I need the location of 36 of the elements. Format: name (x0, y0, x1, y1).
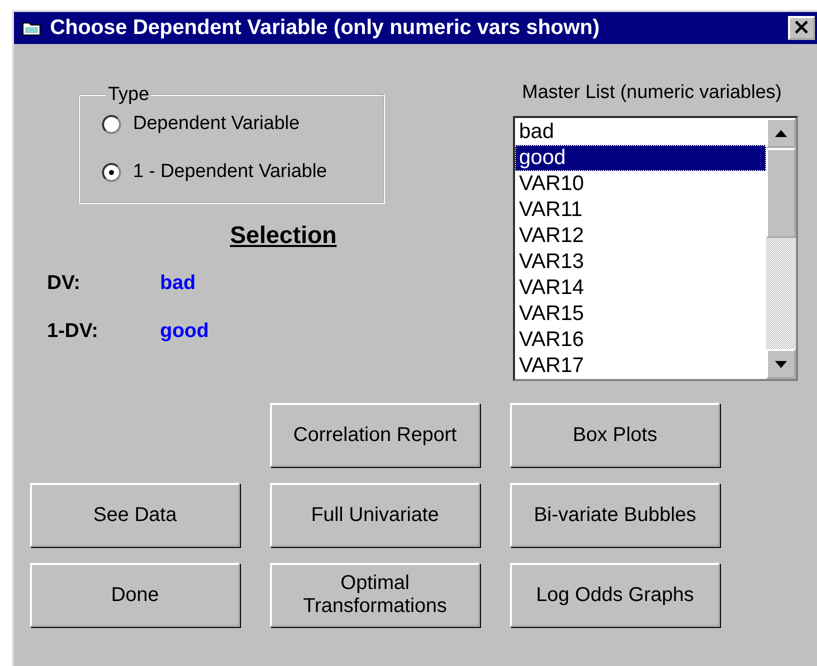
radio-option[interactable]: 1 - Dependent Variable (102, 148, 383, 196)
list-item[interactable]: VAR10 (515, 171, 766, 197)
action-button[interactable]: Full Univariate (270, 483, 480, 547)
action-button[interactable]: Correlation Report (270, 403, 480, 467)
selection-value: bad (160, 272, 196, 296)
scroll-down-button[interactable] (766, 349, 796, 379)
action-button[interactable]: Bi-variate Bubbles (510, 483, 720, 547)
list-item[interactable]: good (515, 145, 766, 171)
groupbox-label: Type (107, 84, 150, 106)
list-item[interactable]: VAR12 (515, 223, 766, 249)
selection-label: DV: (47, 272, 82, 296)
action-button[interactable]: Log Odds Graphs (510, 563, 720, 627)
close-button[interactable]: × (788, 16, 815, 40)
scroll-up-button[interactable] (766, 118, 796, 148)
action-button[interactable]: Done (30, 563, 240, 627)
folder-icon (22, 20, 42, 36)
list-item[interactable]: VAR16 (515, 327, 766, 353)
scrollbar-thumb[interactable] (766, 148, 796, 238)
selection-label: 1-DV: (47, 320, 100, 344)
window-title: Choose Dependent Variable (only numeric vars shown) (50, 16, 601, 40)
radio-button[interactable] (102, 114, 121, 134)
list-item[interactable]: bad (515, 119, 766, 145)
action-button[interactable]: Optimal Transformations (270, 563, 480, 627)
master-list-label: Master List (numeric variables) (522, 82, 783, 104)
list-item[interactable]: VAR11 (515, 197, 766, 223)
list-item[interactable]: VAR14 (515, 275, 766, 301)
radio-button[interactable] (102, 162, 121, 182)
action-button[interactable]: Box Plots (510, 403, 720, 467)
down-arrow-icon (775, 360, 787, 368)
selection-value: good (160, 320, 209, 344)
selection-heading: Selection (230, 222, 338, 250)
list-item[interactable]: VAR13 (515, 249, 766, 275)
list-item[interactable]: VAR15 (515, 301, 766, 327)
up-arrow-icon (775, 130, 787, 136)
action-button[interactable]: See Data (30, 483, 240, 547)
list-item[interactable]: VAR17 (515, 353, 766, 379)
